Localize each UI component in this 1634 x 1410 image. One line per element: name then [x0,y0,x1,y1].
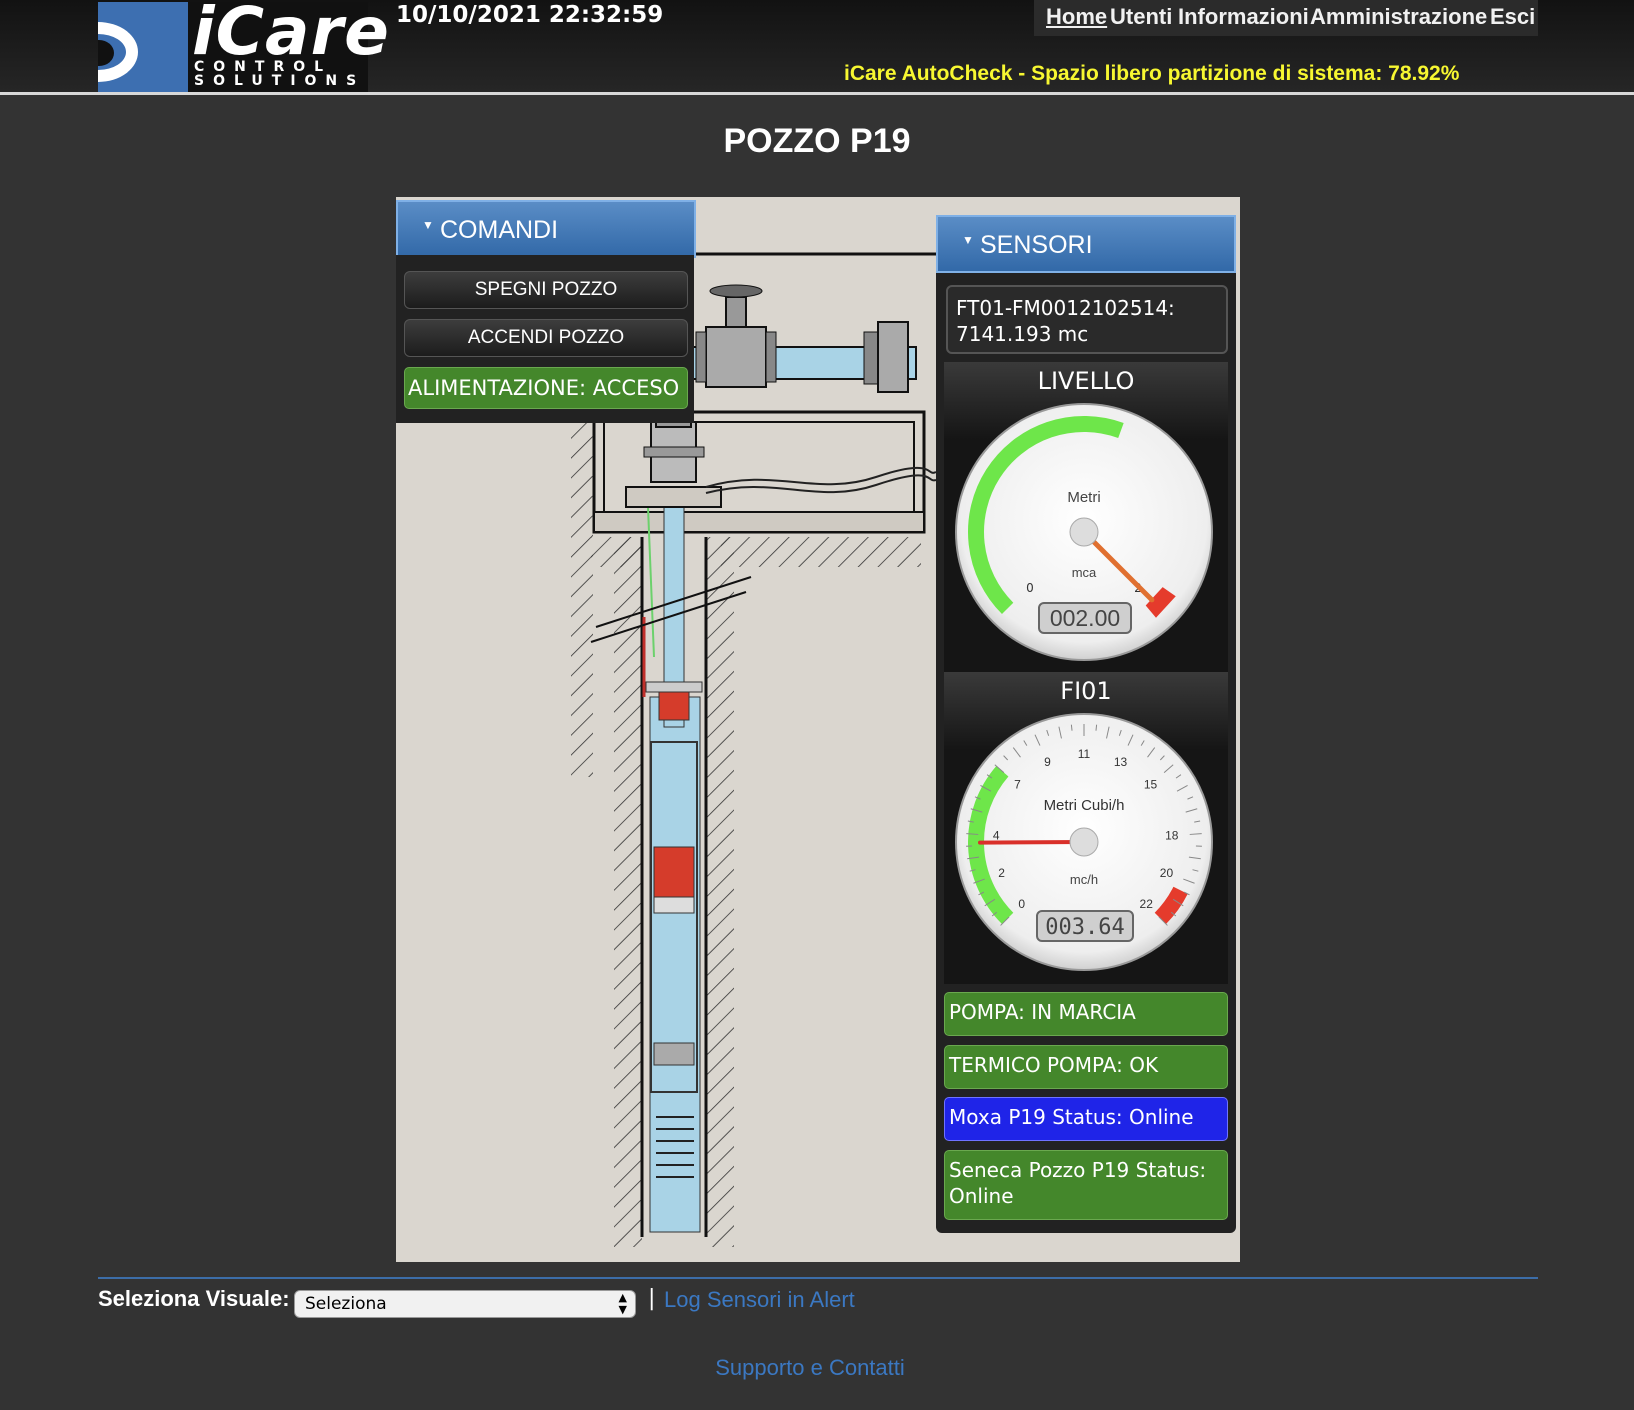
flow-meter-totalizer: FT01-FM0012102514: 7141.193 mc [946,285,1228,354]
meter-value: 7141.193 mc [956,322,1089,346]
termico-pompa-status: TERMICO POMPA: OK [944,1045,1228,1089]
fi01-tick-label: 15 [1144,777,1158,791]
fi01-readout: 003.64 [1045,915,1124,940]
nav-esci[interactable]: Esci [1490,4,1535,30]
nav-informazioni[interactable]: Informazioni [1178,4,1309,30]
livello-gauge: Metri mca 0 2 002.00 [955,403,1213,661]
moxa-status: Moxa P19 Status: Online [944,1097,1228,1141]
fi01-unit-short: mc/h [1070,872,1098,887]
support-contacts-link[interactable]: Supporto e Contatti [0,1355,1620,1381]
nav-utenti[interactable]: Utenti [1110,4,1172,30]
livello-readout: 002.00 [1050,605,1120,631]
comandi-header[interactable]: ▼ COMANDI [396,200,696,258]
fi01-tick-label: 20 [1160,866,1174,880]
top-navigation: Home Utenti Informazioni Amministrazione… [1034,0,1538,36]
current-datetime: 10/10/2021 22:32:59 [396,2,664,28]
alimentazione-status: ALIMENTAZIONE: ACCESO [404,367,688,409]
fi01-tick-label: 7 [1014,777,1021,791]
fi01-gauge-panel: FI01 0 2 4 7 9 11 13 15 18 20 22 Metri Cubi/h mc/h… [944,672,1228,984]
fi01-tick-label: 13 [1114,755,1128,769]
fi01-unit-label: Metri Cubi/h [1044,797,1125,814]
fi01-gauge: 02479111315182022 Metri Cubi/h mc/h 003.… [955,713,1213,971]
collapse-caret-icon: ▼ [422,218,434,232]
nav-amministrazione[interactable]: Amministrazione [1310,4,1487,30]
seneca-status: Seneca Pozzo P19 Status: Online [944,1150,1228,1220]
accendi-pozzo-button[interactable]: ACCENDI POZZO [404,319,688,357]
livello-min-label: 0 [1026,581,1034,595]
autocheck-message: iCare AutoCheck - Spazio libero partizio… [844,62,1460,85]
logo-subtitle: CONTROL SOLUTIONS [194,59,366,89]
fi01-tick-label: 22 [1140,897,1154,911]
nav-home[interactable]: Home [1046,4,1107,30]
footer-separator: | [648,1286,656,1311]
page-title: POZZO P19 [723,122,911,160]
select-visuale-label: Seleziona Visuale: [98,1286,290,1311]
sensori-header[interactable]: ▼ SENSORI [936,215,1236,273]
visuale-select[interactable]: Seleziona ▲ ▼ [294,1290,636,1318]
select-arrows-icon: ▲ ▼ [618,1291,627,1316]
eye-logo-icon [98,2,188,92]
fi01-tick-mark [1095,724,1098,731]
visuale-select-value: Seleziona [305,1294,387,1314]
log-sensori-link[interactable]: Log Sensori in Alert [664,1287,855,1313]
spegni-pozzo-button[interactable]: SPEGNI POZZO [404,271,688,309]
fi01-tick-label: 2 [998,866,1005,880]
livello-unit-label: Metri [1067,489,1100,506]
fi01-tick-label: 18 [1165,829,1179,843]
fi01-tick-mark [1070,724,1073,731]
livello-unit-short: mca [1072,565,1097,580]
fi01-needle [978,840,1086,845]
fi01-tick-label: 11 [1078,747,1091,761]
collapse-caret-icon: ▼ [962,233,974,247]
meter-name: FT01-FM0012102514: [956,296,1175,320]
top-header: iCare CONTROL SOLUTIONS 10/10/2021 22:32… [0,0,1634,95]
fi01-tick-label: 0 [1018,897,1025,911]
comandi-title: COMANDI [440,216,559,244]
livello-gauge-panel: LIVELLO Metri mca 0 2 002.00 [944,362,1228,672]
sensori-title: SENSORI [980,231,1093,259]
footer-divider [98,1277,1538,1279]
pompa-status: POMPA: IN MARCIA [944,992,1228,1036]
fi01-tick-label: 9 [1044,755,1051,769]
icare-logo[interactable]: iCare CONTROL SOLUTIONS [98,0,389,92]
